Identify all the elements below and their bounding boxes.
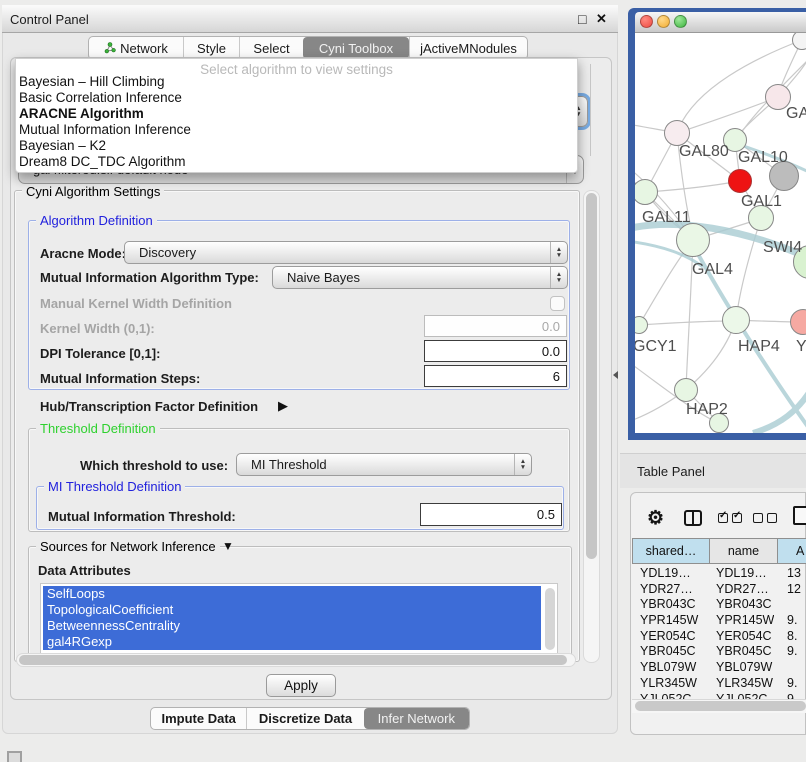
mi-threshold-field[interactable]: 0.5 (420, 503, 562, 526)
kernel-width-label: Kernel Width (0,1): (40, 321, 155, 336)
hide-columns-icon[interactable] (753, 513, 777, 523)
tab-cyni-toolbox[interactable]: Cyni Toolbox (303, 37, 409, 59)
sources-collapse-arrow-icon[interactable]: ▼ (222, 539, 234, 553)
table-panel-title: Table Panel (637, 464, 705, 479)
network-icon (104, 42, 116, 54)
hub-definition-label[interactable]: Hub/Transcription Factor Definition (40, 399, 258, 414)
export-table-icon[interactable] (793, 506, 806, 525)
spinner-arrows-icon: ▲▼ (550, 267, 567, 288)
mi-algorithm-type-combo[interactable]: Naive Bayes ▲▼ (272, 266, 568, 289)
threshold-definition-title: Threshold Definition (36, 421, 160, 436)
attributes-list: SelfLoops TopologicalCoefficient Between… (40, 583, 558, 654)
close-panel-icon[interactable]: ✕ (596, 11, 607, 27)
zoom-window-icon[interactable] (674, 15, 687, 28)
sources-title: Sources for Network Inference (36, 539, 220, 554)
list-item[interactable]: TopologicalCoefficient (43, 602, 541, 618)
which-threshold-combo[interactable]: MI Threshold ▲▼ (236, 453, 532, 476)
list-item[interactable]: BetweennessCentrality (43, 618, 541, 634)
bottom-tabstrip: Impute Data Discretize Data Infer Networ… (150, 707, 470, 730)
node-label: GAL11 (642, 209, 691, 227)
gear-icon[interactable]: ⚙ (647, 507, 664, 530)
which-threshold-label: Which threshold to use: (80, 458, 228, 473)
algorithm-definition-title: Algorithm Definition (36, 213, 157, 228)
list-item[interactable]: gal4RGexp (43, 634, 541, 650)
hub-expand-arrow-icon[interactable]: ▶ (278, 398, 288, 414)
list-item[interactable]: SelfLoops (43, 586, 541, 602)
cyni-algorithm-settings-title: Cyni Algorithm Settings (22, 184, 164, 199)
mi-steps-label: Mutual Information Steps: (40, 371, 200, 386)
tab-jactivemnodules[interactable]: jActiveMNodules (409, 37, 527, 59)
algorithm-dropdown-popup: Select algorithm to view settings Bayesi… (15, 58, 578, 173)
node-label: GAL10 (738, 149, 788, 167)
tab-network-label: Network (120, 41, 168, 56)
tab-style[interactable]: Style (183, 37, 239, 59)
settings-hscrollbar-thumb[interactable] (19, 655, 567, 665)
node-label: GAL1 (741, 193, 782, 211)
control-panel-titlebar (2, 5, 618, 33)
mi-threshold-label: Mutual Information Threshold: (48, 509, 236, 524)
split-panel-icon[interactable] (684, 510, 702, 526)
table-hscrollbar-thumb[interactable] (635, 701, 806, 711)
mi-algorithm-type-label: Mutual Information Algorithm Type: (40, 270, 259, 285)
network-node[interactable] (722, 306, 750, 334)
tab-network[interactable]: Network (89, 37, 183, 59)
show-columns-icon[interactable] (718, 513, 742, 523)
dropdown-item[interactable]: Bayesian – Hill Climbing (19, 74, 574, 90)
mi-threshold-definition-title: MI Threshold Definition (44, 479, 185, 494)
tab-impute-data[interactable]: Impute Data (151, 708, 246, 729)
column-header-partial[interactable]: A (777, 538, 806, 564)
groupbox-fragment-line (590, 64, 591, 156)
dpi-tolerance-label: DPI Tolerance [0,1]: (40, 346, 160, 361)
node-label: GAL (786, 105, 806, 123)
settings-scrollbar-thumb[interactable] (586, 193, 597, 559)
attributes-list-scrollbar[interactable] (545, 588, 555, 650)
tab-discretize-data[interactable]: Discretize Data (246, 708, 363, 729)
column-header-name[interactable]: name (709, 538, 778, 564)
panel-splitter-arrow-icon[interactable] (613, 371, 618, 379)
float-panel-icon[interactable]: □ (578, 11, 586, 27)
screen: Control Panel □ ✕ Network Style Select C… (0, 0, 806, 762)
network-node-selected[interactable] (728, 169, 752, 193)
minimize-window-icon[interactable] (657, 15, 670, 28)
node-label: GAL80 (679, 143, 729, 161)
close-window-icon[interactable] (640, 15, 653, 28)
node-label: GCY1 (635, 338, 677, 356)
column-header-shared-name[interactable]: shared… (632, 538, 710, 564)
tab-infer-network[interactable]: Infer Network (364, 708, 469, 729)
aracne-mode-label: Aracne Mode: (40, 246, 126, 261)
dropdown-item[interactable]: Mutual Information Inference (19, 122, 574, 138)
network-node[interactable] (676, 223, 710, 257)
dropdown-item-selected[interactable]: ARACNE Algorithm (19, 106, 574, 122)
network-node[interactable] (674, 378, 698, 402)
node-label: GAL4 (692, 261, 733, 279)
mi-steps-field[interactable]: 6 (424, 365, 567, 387)
node-label: SWI4 (763, 239, 802, 257)
node-label: Y (796, 338, 806, 356)
dropdown-item[interactable]: Basic Correlation Inference (19, 90, 574, 106)
manual-kernel-width-label: Manual Kernel Width Definition (40, 296, 232, 311)
network-canvas[interactable]: GAL GAL80 GAL10 GAL1 GAL11 SWI4 GAL4 GCY… (635, 33, 806, 433)
dpi-tolerance-field[interactable]: 0.0 (424, 340, 567, 362)
manual-kernel-checkbox[interactable] (550, 296, 565, 311)
spinner-arrows-icon: ▲▼ (514, 454, 531, 475)
dropdown-item[interactable]: Bayesian – K2 (19, 138, 574, 154)
collapsed-panel-button[interactable] (7, 751, 22, 762)
apply-button[interactable]: Apply (266, 674, 336, 697)
aracne-mode-combo[interactable]: Discovery ▲▼ (124, 241, 568, 264)
spinner-arrows-icon: ▲▼ (550, 242, 567, 263)
node-label: HAP4 (738, 338, 780, 356)
kernel-width-field[interactable]: 0.0 (424, 315, 567, 337)
control-panel-title: Control Panel (10, 12, 89, 27)
data-attributes-label: Data Attributes (38, 563, 131, 578)
tab-select[interactable]: Select (239, 37, 303, 59)
node-label: HAP2 (686, 401, 728, 419)
dropdown-item[interactable]: Dream8 DC_TDC Algorithm (19, 154, 574, 170)
